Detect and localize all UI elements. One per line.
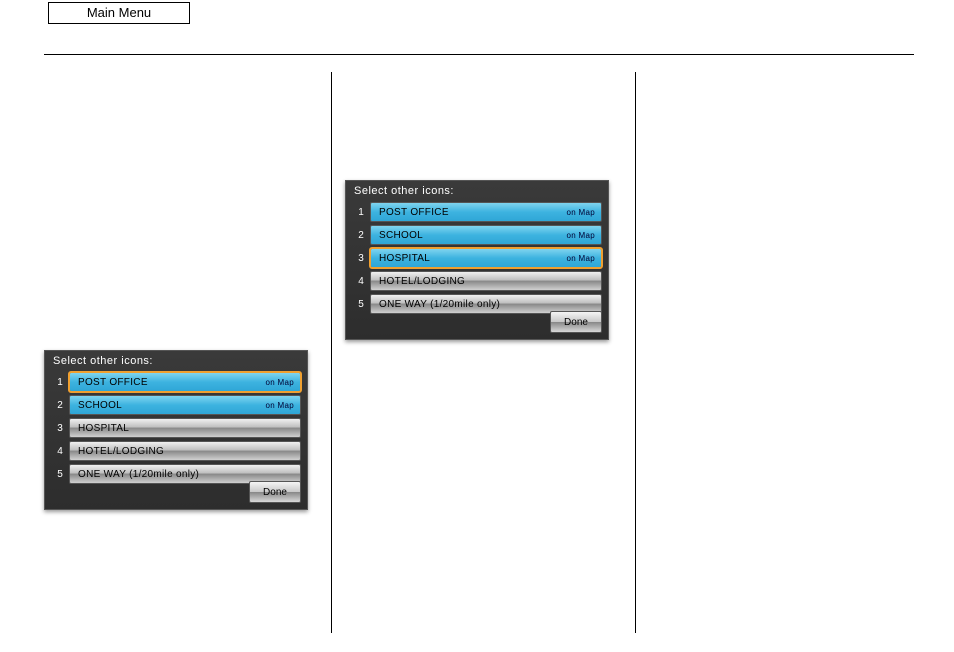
icon-list: 1 POST OFFICE on Map 2 SCHOOL on Map 3 H… bbox=[51, 371, 301, 486]
column-divider bbox=[635, 72, 636, 633]
row-number: 1 bbox=[352, 207, 370, 218]
option-status: on Map bbox=[266, 401, 294, 410]
done-button[interactable]: Done bbox=[249, 481, 301, 503]
screen-title: Select other icons: bbox=[354, 185, 454, 197]
option-label: SCHOOL bbox=[78, 400, 122, 411]
row-number: 2 bbox=[352, 230, 370, 241]
list-row: 3 HOSPITAL on Map bbox=[352, 247, 602, 269]
list-row: 1 POST OFFICE on Map bbox=[352, 201, 602, 223]
option-label: SCHOOL bbox=[379, 230, 423, 241]
option-label: HOTEL/LODGING bbox=[78, 446, 164, 457]
tab-main-menu: Main Menu bbox=[48, 2, 190, 24]
row-number: 3 bbox=[51, 423, 69, 434]
row-number: 1 bbox=[51, 377, 69, 388]
list-row: 2 SCHOOL on Map bbox=[51, 394, 301, 416]
screen-title: Select other icons: bbox=[53, 355, 153, 367]
option-status: on Map bbox=[567, 254, 595, 263]
column-divider bbox=[331, 72, 332, 633]
icon-option-post-office[interactable]: POST OFFICE on Map bbox=[370, 202, 602, 222]
icon-option-hospital[interactable]: HOSPITAL bbox=[69, 418, 301, 438]
option-label: HOTEL/LODGING bbox=[379, 276, 465, 287]
icon-list: 1 POST OFFICE on Map 2 SCHOOL on Map 3 H… bbox=[352, 201, 602, 316]
horizontal-rule bbox=[44, 54, 914, 55]
option-label: POST OFFICE bbox=[379, 207, 449, 218]
list-row: 3 HOSPITAL bbox=[51, 417, 301, 439]
option-label: HOSPITAL bbox=[78, 423, 129, 434]
done-button[interactable]: Done bbox=[550, 311, 602, 333]
list-row: 2 SCHOOL on Map bbox=[352, 224, 602, 246]
icon-option-hospital[interactable]: HOSPITAL on Map bbox=[370, 248, 602, 268]
row-number: 3 bbox=[352, 253, 370, 264]
row-number: 2 bbox=[51, 400, 69, 411]
row-number: 5 bbox=[51, 469, 69, 480]
icon-option-post-office[interactable]: POST OFFICE on Map bbox=[69, 372, 301, 392]
icon-option-school[interactable]: SCHOOL on Map bbox=[69, 395, 301, 415]
option-status: on Map bbox=[567, 231, 595, 240]
option-label: ONE WAY (1/20mile only) bbox=[78, 469, 199, 480]
icon-option-school[interactable]: SCHOOL on Map bbox=[370, 225, 602, 245]
list-row: 1 POST OFFICE on Map bbox=[51, 371, 301, 393]
icon-option-hotel-lodging[interactable]: HOTEL/LODGING bbox=[370, 271, 602, 291]
option-status: on Map bbox=[266, 378, 294, 387]
option-status: on Map bbox=[567, 208, 595, 217]
option-label: ONE WAY (1/20mile only) bbox=[379, 299, 500, 310]
nav-screen-select-icons: Select other icons: 1 POST OFFICE on Map… bbox=[44, 350, 308, 510]
option-label: HOSPITAL bbox=[379, 253, 430, 264]
row-number: 5 bbox=[352, 299, 370, 310]
list-row: 4 HOTEL/LODGING bbox=[352, 270, 602, 292]
list-row: 4 HOTEL/LODGING bbox=[51, 440, 301, 462]
row-number: 4 bbox=[352, 276, 370, 287]
row-number: 4 bbox=[51, 446, 69, 457]
option-label: POST OFFICE bbox=[78, 377, 148, 388]
icon-option-hotel-lodging[interactable]: HOTEL/LODGING bbox=[69, 441, 301, 461]
nav-screen-select-icons: Select other icons: 1 POST OFFICE on Map… bbox=[345, 180, 609, 340]
